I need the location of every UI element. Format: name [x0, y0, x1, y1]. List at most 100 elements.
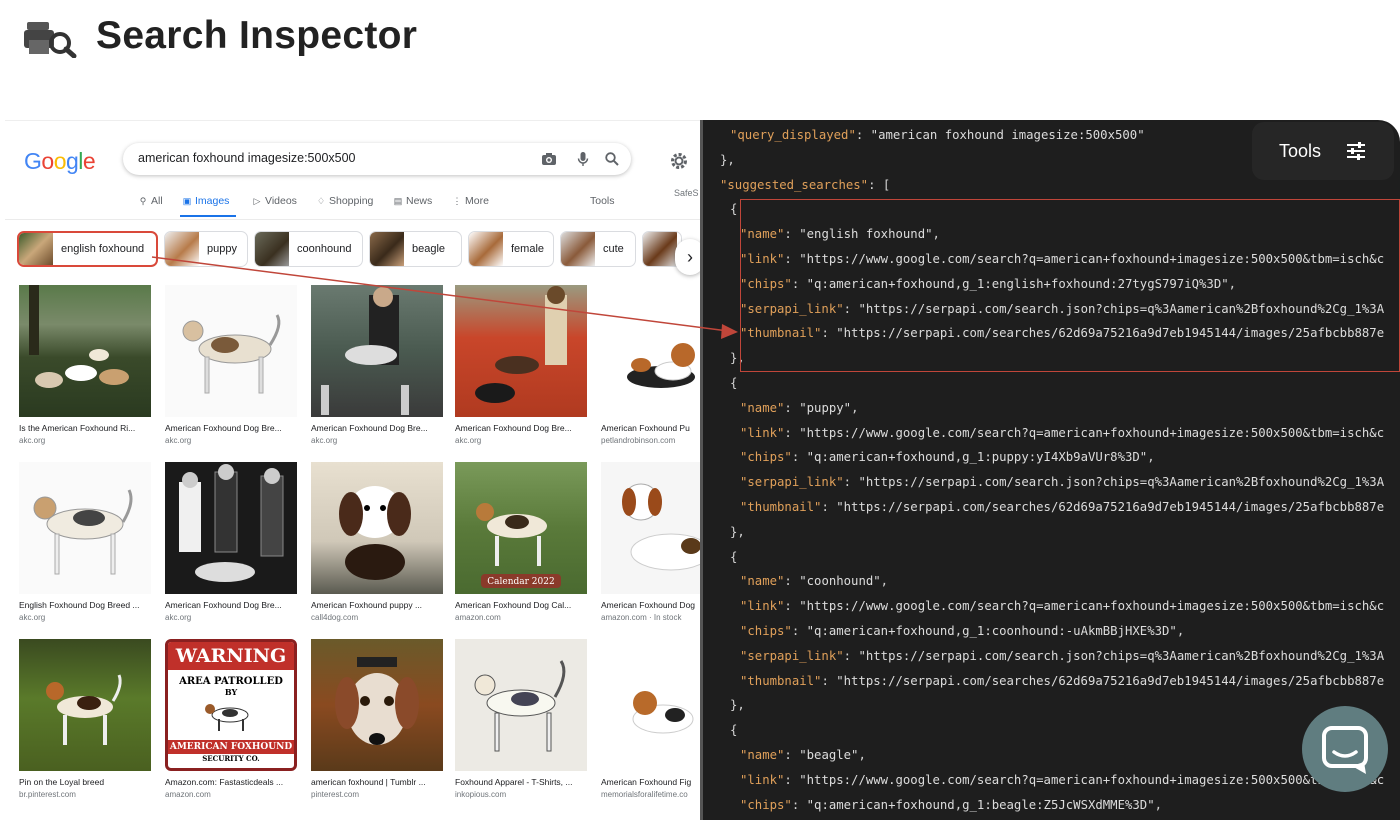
- dog-pack-image: [29, 285, 129, 388]
- search-box[interactable]: american foxhound imagesize:500x500: [123, 143, 631, 175]
- code-line: "serpapi_link": "https://serpapi.com/sea…: [740, 475, 1384, 495]
- json-punctuation: ,: [1147, 450, 1155, 465]
- json-punctuation: {: [730, 549, 738, 564]
- result-thumbnail[interactable]: [601, 285, 700, 417]
- result-source: akc.org: [19, 436, 46, 445]
- result-source: akc.org: [165, 436, 192, 445]
- image-result[interactable]: American Foxhound Pu petlandrobinson.com: [601, 285, 700, 445]
- warning-sign-title: WARNING: [168, 642, 294, 670]
- result-source: inkopious.com: [455, 790, 507, 799]
- chip-thumbnail: [469, 232, 503, 266]
- dog-in-field-photo: [46, 674, 122, 745]
- result-caption[interactable]: Foxhound Apparel - T-Shirts, ...: [455, 777, 587, 787]
- result-caption[interactable]: American Foxhound puppy ...: [311, 600, 443, 610]
- chip-beagle[interactable]: beagle: [369, 231, 462, 267]
- highlight-box: [740, 199, 1400, 372]
- image-result[interactable]: American Foxhound Fig memorialsforalifet…: [601, 639, 700, 799]
- chip-english-foxhound[interactable]: english foxhound: [17, 231, 158, 267]
- result-caption[interactable]: American Foxhound Dog Bre...: [165, 423, 297, 433]
- result-caption[interactable]: American Foxhound Dog Cal...: [455, 600, 587, 610]
- camera-icon[interactable]: [541, 151, 557, 167]
- chip-thumbnail: [370, 232, 404, 266]
- result-thumbnail[interactable]: [311, 462, 443, 594]
- chip-coonhound[interactable]: coonhound: [254, 231, 363, 267]
- image-result[interactable]: american foxhound | Tumblr ... pinterest…: [311, 639, 443, 799]
- code-line: "link": "https://www.google.com/search?q…: [740, 426, 1384, 446]
- chip-puppy[interactable]: puppy: [164, 231, 248, 267]
- chip-female[interactable]: female: [468, 231, 554, 267]
- search-icon[interactable]: [604, 151, 620, 167]
- tab-videos[interactable]: ▷ Videos: [252, 195, 297, 207]
- result-thumbnail[interactable]: WARNING AREA PATROLLED BY AMERICAN FOXHO…: [165, 639, 297, 771]
- json-punctuation: },: [730, 524, 745, 539]
- chevron-right-icon[interactable]: ›: [675, 239, 700, 275]
- result-caption[interactable]: Amazon.com: Fastasticdeals ...: [165, 777, 297, 787]
- result-thumbnail[interactable]: [455, 639, 587, 771]
- result-source: memorialsforalifetime.co: [601, 790, 688, 799]
- result-caption[interactable]: English Foxhound Dog Breed ...: [19, 600, 151, 610]
- microphone-icon[interactable]: [575, 151, 591, 167]
- result-thumbnail[interactable]: [601, 462, 700, 594]
- dog-figurine-photo: [622, 483, 700, 571]
- code-line: "chips": "q:american+foxhound,g_1:puppy:…: [740, 450, 1155, 470]
- result-thumbnail[interactable]: [19, 285, 151, 417]
- printer-search-icon: [24, 22, 77, 58]
- tab-more[interactable]: ⋮ More: [452, 195, 489, 207]
- tools-button[interactable]: Tools: [1252, 122, 1394, 180]
- chip-cute[interactable]: cute: [560, 231, 636, 267]
- result-caption[interactable]: American Foxhound Pu: [601, 423, 700, 433]
- result-caption[interactable]: Is the American Foxhound Ri...: [19, 423, 151, 433]
- code-line: {: [730, 376, 737, 396]
- logo-letter: g: [65, 148, 79, 174]
- image-result[interactable]: WARNING AREA PATROLLED BY AMERICAN FOXHO…: [165, 639, 297, 799]
- result-caption[interactable]: Pin on the Loyal breed: [19, 777, 151, 787]
- result-caption[interactable]: American Foxhound Dog Bre...: [165, 600, 297, 610]
- chat-widget-button[interactable]: [1302, 706, 1388, 792]
- image-result[interactable]: American Foxhound Dog Bre... akc.org: [165, 462, 297, 622]
- result-thumbnail[interactable]: [601, 639, 700, 771]
- json-punctuation: :: [784, 772, 800, 787]
- tab-all[interactable]: ⚲ All: [138, 195, 163, 207]
- result-caption[interactable]: American Foxhound Dog Bre...: [455, 423, 587, 433]
- tab-news[interactable]: ▤ News: [393, 195, 433, 207]
- search-query[interactable]: american foxhound imagesize:500x500: [138, 151, 356, 165]
- tab-shopping[interactable]: ♢ Shopping: [316, 195, 373, 207]
- image-result[interactable]: Calendar 2022 American Foxhound Dog Cal.…: [455, 462, 587, 622]
- image-result[interactable]: American Foxhound Dog Bre... akc.org: [311, 285, 443, 445]
- json-value: "american foxhound imagesize:500x500": [870, 128, 1145, 142]
- code-line: "chips": "q:american+foxhound,g_1:beagle…: [740, 798, 1162, 818]
- google-logo[interactable]: Google: [24, 148, 96, 175]
- image-result[interactable]: American Foxhound Dog Bre... akc.org: [455, 285, 587, 445]
- warning-sign-company: SECURITY CO.: [202, 754, 260, 763]
- result-thumbnail[interactable]: [19, 462, 151, 594]
- result-thumbnail[interactable]: [455, 285, 587, 417]
- result-thumbnail[interactable]: [311, 639, 443, 771]
- image-result[interactable]: Foxhound Apparel - T-Shirts, ... inkopio…: [455, 639, 587, 799]
- code-line: "serpapi_link": "https://serpapi.com/sea…: [740, 649, 1384, 669]
- json-punctuation: :: [843, 475, 859, 490]
- code-line: "link": "https://www.google.com/search?q…: [740, 773, 1384, 793]
- image-result[interactable]: American Foxhound Dog amazon.com · In st…: [601, 462, 700, 622]
- tab-tools[interactable]: Tools: [590, 195, 615, 207]
- tab-label: News: [406, 195, 433, 207]
- result-source: akc.org: [19, 613, 46, 622]
- result-thumbnail[interactable]: [19, 639, 151, 771]
- chip-label: puppy: [207, 243, 237, 255]
- image-result[interactable]: American Foxhound Dog Bre... akc.org: [165, 285, 297, 445]
- result-thumbnail[interactable]: Calendar 2022: [455, 462, 587, 594]
- image-result[interactable]: English Foxhound Dog Breed ... akc.org: [19, 462, 151, 622]
- result-caption[interactable]: American Foxhound Fig: [601, 777, 700, 787]
- image-result[interactable]: Is the American Foxhound Ri... akc.org: [19, 285, 151, 445]
- result-thumbnail[interactable]: [165, 285, 297, 417]
- code-line: {: [730, 202, 737, 222]
- result-caption[interactable]: American Foxhound Dog Bre...: [311, 423, 443, 433]
- result-caption[interactable]: american foxhound | Tumblr ...: [311, 777, 443, 787]
- gear-icon[interactable]: [669, 151, 689, 171]
- chip-label: beagle: [412, 243, 446, 255]
- result-caption[interactable]: American Foxhound Dog: [601, 600, 700, 610]
- image-result[interactable]: Pin on the Loyal breed br.pinterest.com: [19, 639, 151, 799]
- image-result[interactable]: American Foxhound puppy ... call4dog.com: [311, 462, 443, 622]
- tab-images[interactable]: ▣ Images: [182, 195, 230, 207]
- result-thumbnail[interactable]: [311, 285, 443, 417]
- result-thumbnail[interactable]: [165, 462, 297, 594]
